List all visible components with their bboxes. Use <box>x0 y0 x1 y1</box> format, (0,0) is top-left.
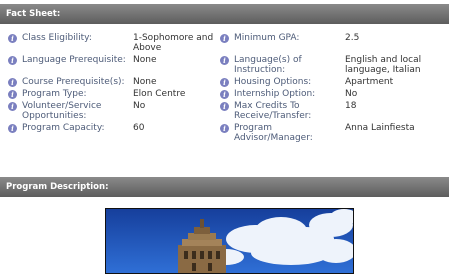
fact-value-languages-of-instruction: English and local language, Italian <box>345 55 422 75</box>
info-icon[interactable]: i <box>220 56 229 65</box>
info-icon[interactable]: i <box>220 124 229 133</box>
fact-value-program-type: Elon Centre <box>133 89 186 99</box>
fact-sheet-header: Fact Sheet: <box>0 4 449 24</box>
fact-label-class-eligibility: i Class Eligibility: <box>8 33 133 53</box>
program-photo-image <box>106 209 353 273</box>
fact-label-volunteer-opportunities: i Volunteer/Service Opportunities: <box>8 101 133 121</box>
fact-value-minimum-gpa: 2.5 <box>345 33 360 43</box>
info-icon[interactable]: i <box>8 124 17 133</box>
fact-label-housing-options: i Housing Options: <box>220 77 345 87</box>
fact-value-volunteer-opportunities: No <box>133 101 146 111</box>
fact-value-program-advisor: Anna Lainfiesta <box>345 123 415 133</box>
fact-value-program-capacity: 60 <box>133 123 145 133</box>
fact-label-languages-of-instruction: i Language(s) of Instruction: <box>220 55 345 75</box>
fact-label-language-prerequisite: i Language Prerequisite: <box>8 55 133 75</box>
info-icon[interactable]: i <box>8 102 17 111</box>
fact-value-class-eligibility: 1-Sophomore and Above <box>133 33 214 53</box>
fact-label-max-credits: i Max Credits To Receive/Transfer: <box>220 101 345 121</box>
fact-value-language-prerequisite: None <box>133 55 157 65</box>
info-icon[interactable]: i <box>220 34 229 43</box>
info-icon[interactable]: i <box>220 78 229 87</box>
fact-label-program-advisor: i Program Advisor/Manager: <box>220 123 345 143</box>
fact-value-max-credits: 18 <box>345 101 357 111</box>
info-icon[interactable]: i <box>8 90 17 99</box>
info-icon[interactable]: i <box>220 102 229 111</box>
info-icon[interactable]: i <box>8 34 17 43</box>
info-icon[interactable]: i <box>8 78 17 87</box>
program-photo <box>105 208 354 274</box>
fact-label-program-type: i Program Type: <box>8 89 133 99</box>
fact-value-course-prerequisites: None <box>133 77 157 87</box>
program-description-header: Program Description: <box>0 177 449 197</box>
info-icon[interactable]: i <box>8 56 17 65</box>
fact-label-internship-option: i Internship Option: <box>220 89 345 99</box>
fact-value-internship-option: No <box>345 89 358 99</box>
fact-value-housing-options: Apartment <box>345 77 394 87</box>
info-icon[interactable]: i <box>220 90 229 99</box>
fact-sheet-grid: i Class Eligibility: 1-Sophomore and Abo… <box>8 33 446 143</box>
fact-label-program-capacity: i Program Capacity: <box>8 123 133 143</box>
fact-label-course-prerequisites: i Course Prerequisite(s): <box>8 77 133 87</box>
fact-label-minimum-gpa: i Minimum GPA: <box>220 33 345 53</box>
